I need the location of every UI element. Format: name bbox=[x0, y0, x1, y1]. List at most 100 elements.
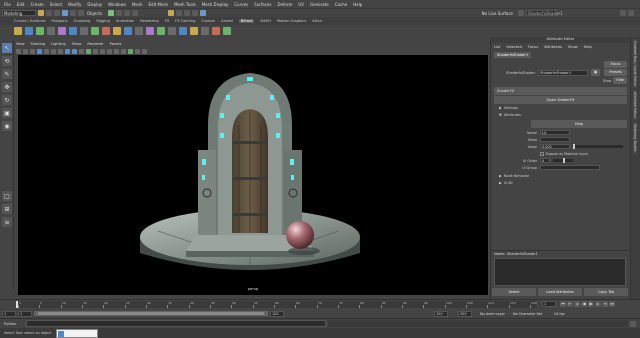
arnold-render-icon[interactable] bbox=[200, 10, 207, 16]
copy-tab-button[interactable]: Copy Tab bbox=[584, 287, 628, 296]
camera-icon[interactable] bbox=[16, 48, 21, 54]
settings-row[interactable]: ▶ Settings bbox=[491, 105, 630, 112]
ae-tab-shader[interactable]: ShaderfxShader1 bbox=[494, 52, 532, 58]
ae-menu-help[interactable]: Help bbox=[584, 45, 592, 49]
tab-modeling-toolkit[interactable]: Modeling Toolkit bbox=[633, 122, 637, 154]
attributes-row[interactable]: ▼ Attributes bbox=[491, 112, 630, 119]
menu-item-select[interactable]: Select bbox=[50, 2, 62, 7]
attr-value[interactable]: 0.000 bbox=[540, 144, 570, 149]
snap-grid-icon[interactable] bbox=[108, 10, 115, 16]
shelf-icon-8[interactable] bbox=[91, 27, 99, 35]
shelf-icon-16[interactable] bbox=[179, 27, 187, 35]
search-input[interactable]: ShaderfxShader1 bbox=[526, 10, 563, 16]
aa-icon[interactable] bbox=[107, 48, 112, 54]
shelf-icon-15[interactable] bbox=[168, 27, 176, 35]
playback-start-field[interactable]: 1 bbox=[18, 310, 32, 317]
gamma-icon[interactable] bbox=[142, 48, 147, 54]
load-attributes-button[interactable]: Load Attributes bbox=[538, 287, 582, 296]
camera-attr-icon[interactable] bbox=[23, 48, 28, 54]
anim-start-field[interactable]: 1 bbox=[2, 310, 16, 317]
resolution-gate-icon[interactable] bbox=[58, 48, 63, 54]
wireframe-icon[interactable] bbox=[65, 48, 70, 54]
menu-item-mesh-display[interactable]: Mesh Display bbox=[202, 2, 229, 7]
menu-item-cache[interactable]: Cache bbox=[335, 2, 347, 7]
shelf-tab-fx[interactable]: FX bbox=[165, 19, 170, 23]
outliner-layout-icon[interactable]: ≡ bbox=[2, 217, 12, 227]
node-behavior-row[interactable]: ▶ Node Behavior bbox=[491, 173, 630, 180]
shader-goto-button[interactable]: ▣ bbox=[591, 69, 601, 76]
shelf-tab-rendering[interactable]: Rendering bbox=[140, 19, 158, 23]
ae-menu-selected[interactable]: Selected bbox=[506, 45, 522, 49]
menu-item-modify[interactable]: Modify bbox=[68, 2, 81, 7]
go-start-icon[interactable]: ⏮ bbox=[560, 301, 566, 307]
fps-dropdown[interactable]: 24 fps bbox=[554, 312, 565, 316]
select-tool-icon[interactable]: ↖ bbox=[2, 43, 12, 53]
viewport-menu-renderer[interactable]: Renderer bbox=[87, 42, 103, 46]
hide-button[interactable]: Hide bbox=[613, 77, 627, 84]
shelf-tab-motion-graphics[interactable]: Motion Graphics bbox=[277, 19, 306, 23]
help-button[interactable]: Help bbox=[531, 120, 627, 128]
four-view-icon[interactable]: ⊞ bbox=[2, 204, 12, 214]
max-end-field[interactable]: 200 bbox=[458, 310, 472, 317]
cmd-language-label[interactable]: Python bbox=[4, 322, 26, 326]
shelf-icon-20[interactable] bbox=[223, 27, 231, 35]
image-plane-icon[interactable] bbox=[37, 48, 42, 54]
shelf-icon-1[interactable] bbox=[14, 27, 22, 35]
render-settings-icon[interactable] bbox=[184, 10, 191, 16]
play-forward-icon[interactable]: ▶ bbox=[588, 301, 594, 307]
shelf-tab-curves-surfaces[interactable]: Curves / Surfaces bbox=[14, 19, 46, 23]
step-forward-icon[interactable]: ▸ bbox=[595, 301, 601, 307]
viewport-menu-panels[interactable]: Panels bbox=[110, 42, 122, 46]
open-scene-icon[interactable] bbox=[46, 10, 52, 16]
save-scene-icon[interactable] bbox=[54, 10, 60, 16]
current-frame-field[interactable]: 1 bbox=[542, 301, 556, 307]
render-icon[interactable] bbox=[168, 10, 175, 16]
value-slider[interactable] bbox=[573, 144, 623, 149]
shelf-icon-9[interactable] bbox=[102, 27, 110, 35]
shelf-icon-10[interactable] bbox=[113, 27, 121, 35]
script-editor-icon[interactable] bbox=[630, 320, 636, 327]
anim-end-field[interactable]: 120 bbox=[434, 310, 448, 317]
scale-tool-icon[interactable]: ▣ bbox=[2, 108, 12, 118]
shelf-tab-animation[interactable]: Animation bbox=[116, 19, 134, 23]
shelf-tab-rigging[interactable]: Rigging bbox=[96, 19, 110, 23]
menu-item-file[interactable]: File bbox=[4, 2, 11, 7]
viewport-menu-show[interactable]: Show bbox=[72, 42, 82, 46]
shelf-tab-xgen[interactable]: XGen bbox=[312, 19, 322, 23]
ae-menu-attributes[interactable]: Attributes bbox=[544, 45, 562, 49]
viewport-menu-view[interactable]: View bbox=[16, 42, 25, 46]
select-component-icon[interactable] bbox=[78, 10, 84, 16]
shelf-icon-18[interactable] bbox=[201, 27, 209, 35]
move-tool-icon[interactable]: ✥ bbox=[2, 82, 12, 92]
select-object-icon[interactable] bbox=[70, 10, 76, 16]
ao-icon[interactable] bbox=[100, 48, 105, 54]
select-hierarchy-icon[interactable] bbox=[62, 10, 68, 16]
ipr-render-icon[interactable] bbox=[176, 10, 183, 16]
exposure-icon[interactable] bbox=[135, 48, 140, 54]
menu-item-uv[interactable]: UV bbox=[298, 2, 304, 7]
expose-checkbox[interactable] bbox=[540, 151, 544, 156]
shelf-tab-fx-caching[interactable]: FX Caching bbox=[175, 19, 195, 23]
presets-button[interactable]: Presets bbox=[604, 69, 627, 76]
shadows-icon[interactable] bbox=[93, 48, 98, 54]
shelf-tab-custom[interactable]: Custom bbox=[201, 19, 215, 23]
viewport-menu-shading[interactable]: Shading bbox=[31, 42, 46, 46]
shelf-icon-5[interactable] bbox=[58, 27, 66, 35]
viewport-menu-lighting[interactable]: Lighting bbox=[51, 42, 66, 46]
attr-value[interactable]: Lit bbox=[540, 130, 570, 135]
step-forward-key-icon[interactable]: ⇥ bbox=[602, 301, 608, 307]
menu-item-generate[interactable]: Generate bbox=[310, 2, 329, 7]
shader-name-field[interactable]: ShaderfxShader1 bbox=[538, 69, 588, 76]
smooth-shade-icon[interactable] bbox=[72, 48, 77, 54]
single-view-icon[interactable]: □ bbox=[2, 191, 12, 201]
attr-value[interactable] bbox=[540, 165, 600, 170]
uuid-row[interactable]: ▶ UUID bbox=[491, 180, 630, 187]
menu-item-windows[interactable]: Windows bbox=[108, 2, 126, 7]
shelf-icon-13[interactable] bbox=[146, 27, 154, 35]
shelf-tab-mash[interactable]: MASH bbox=[260, 19, 271, 23]
shelf-icon-12[interactable] bbox=[135, 27, 143, 35]
select-button[interactable]: Select bbox=[492, 287, 536, 296]
menu-item-surfaces[interactable]: Surfaces bbox=[254, 2, 271, 7]
attr-value[interactable]: 0 bbox=[540, 158, 550, 163]
menu-item-mesh[interactable]: Mesh bbox=[132, 2, 143, 7]
